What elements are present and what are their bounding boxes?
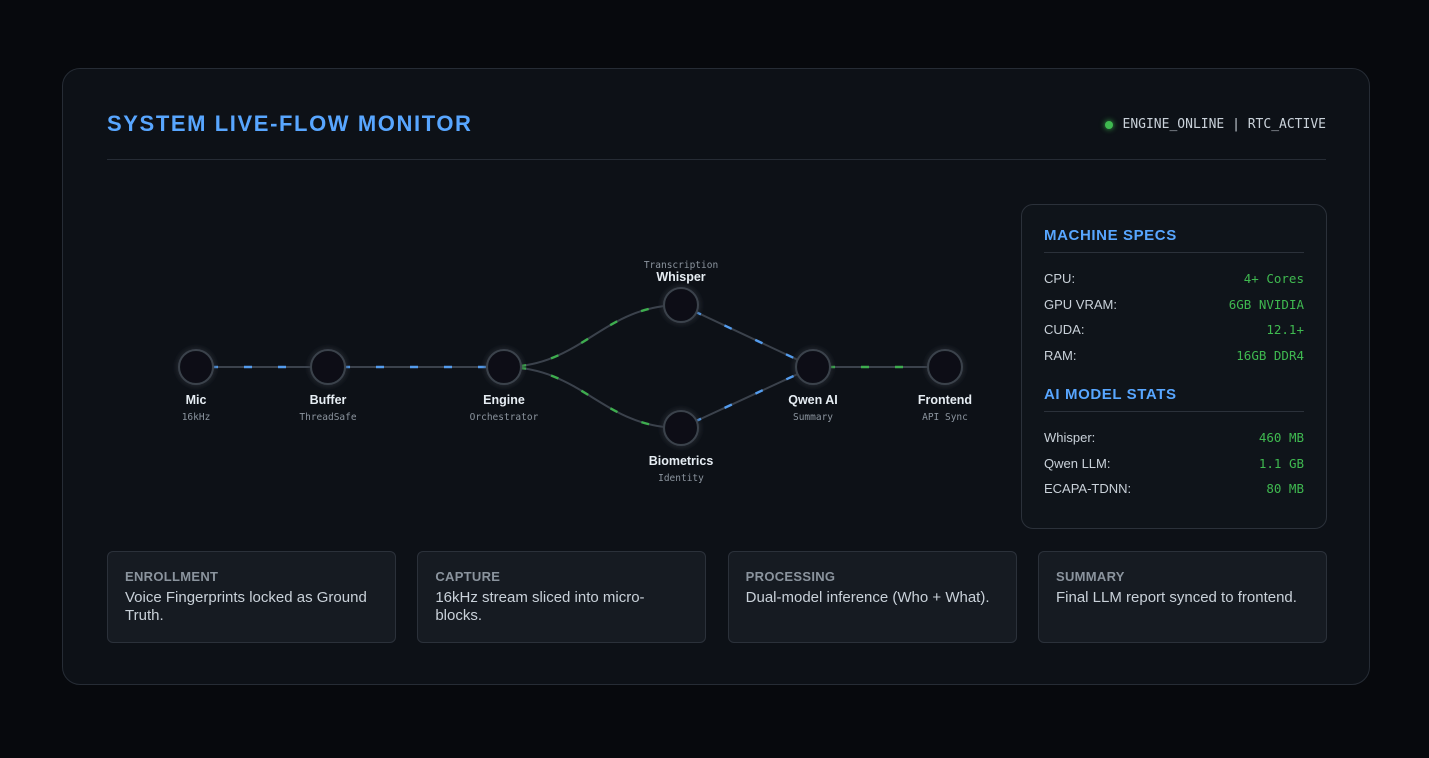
- spec-key: CUDA:: [1044, 322, 1085, 338]
- spec-value: 6GB NVIDIA: [1228, 296, 1304, 312]
- stage-card-summary: SUMMARY Final LLM report synced to front…: [1037, 551, 1327, 643]
- node-circle: [663, 287, 699, 323]
- node-circle: [310, 349, 346, 385]
- spec-row-gpu-vram: GPU VRAM: 6GB NVIDIA: [1044, 292, 1304, 318]
- stage-title: PROCESSING: [745, 569, 836, 584]
- spec-row-cpu: CPU: 4+ Cores: [1044, 266, 1304, 292]
- node-buffer: Buffer ThreadSafe: [299, 349, 357, 423]
- edge-line: [503, 304, 682, 368]
- node-label: Engine: [483, 393, 525, 407]
- stage-description: Dual-model inference (Who + What).: [745, 589, 990, 606]
- node-circle: [486, 349, 522, 385]
- stage-title: ENROLLMENT: [125, 569, 219, 584]
- model-key: Whisper:: [1044, 430, 1096, 446]
- node-sublabel: 16kHz: [182, 412, 211, 423]
- specs-card: MACHINE SPECS CPU: 4+ Cores GPU VRAM: 6G…: [1021, 204, 1327, 529]
- node-circle: [178, 349, 214, 385]
- node-engine: Engine Orchestrator: [470, 349, 539, 423]
- node-sublabel: Identity: [658, 473, 704, 484]
- status-indicator-icon: [1104, 120, 1113, 129]
- model-value: 460 MB: [1258, 430, 1304, 446]
- model-stats-title: AI MODEL STATS: [1044, 386, 1304, 412]
- flow-diagram: Mic 16kHz Buffer ThreadSafe Engine Orchestrat…: [178, 260, 972, 484]
- node-sublabel: API Sync: [922, 412, 968, 423]
- model-key: ECAPA-TDNN:: [1044, 481, 1132, 497]
- node-frontend: Frontend API Sync: [918, 349, 972, 423]
- node-sublabel: Orchestrator: [470, 412, 539, 423]
- node-biometrics: Biometrics Identity: [649, 410, 714, 484]
- model-row-whisper: Whisper: 460 MB: [1044, 425, 1304, 451]
- edge-whisper-qwen: [680, 303, 814, 369]
- flow-monitor-panel: SYSTEM LIVE-FLOW MONITOR ENGINE_ONLINE |…: [62, 68, 1370, 685]
- model-value: 1.1 GB: [1258, 455, 1304, 471]
- node-circle: [795, 349, 831, 385]
- model-row-qwen: Qwen LLM: 1.1 GB: [1044, 451, 1304, 477]
- engine-status: ENGINE_ONLINE | RTC_ACTIVE: [1104, 117, 1327, 132]
- model-value: 80 MB: [1266, 481, 1304, 497]
- node-label: Buffer: [310, 393, 347, 407]
- node-qwen: Qwen AI Summary: [788, 349, 838, 423]
- stage-title: SUMMARY: [1055, 569, 1125, 584]
- stage-description: 16kHz stream sliced into micro-blocks.: [435, 589, 645, 624]
- model-key: Qwen LLM:: [1044, 455, 1111, 471]
- node-whisper: TranscriptionWhisper: [644, 260, 718, 323]
- spec-row-cuda: CUDA: 12.1+: [1044, 317, 1304, 343]
- stage-description: Voice Fingerprints locked as Ground Trut…: [125, 589, 367, 624]
- node-label: Frontend: [918, 393, 972, 407]
- edge-engine-whisper: [503, 303, 682, 369]
- spec-value: 12.1+: [1266, 322, 1304, 338]
- node-label: Biometrics: [649, 454, 714, 468]
- stage-cards: ENROLLMENT Voice Fingerprints locked as …: [107, 551, 1327, 643]
- spec-row-ram: RAM: 16GB DDR4: [1044, 343, 1304, 369]
- stage-card-capture: CAPTURE 16kHz stream sliced into micro-b…: [417, 551, 707, 643]
- node-sublabel: ThreadSafe: [299, 412, 356, 423]
- model-row-ecapa: ECAPA-TDNN: 80 MB: [1044, 476, 1304, 502]
- node-circle: [927, 349, 963, 385]
- spec-value: 4+ Cores: [1243, 271, 1304, 287]
- stage-card-processing: PROCESSING Dual-model inference (Who + W…: [727, 551, 1017, 643]
- node-label: Whisper: [656, 270, 705, 284]
- stage-card-enrollment: ENROLLMENT Voice Fingerprints locked as …: [107, 551, 396, 643]
- spec-key: GPU VRAM:: [1044, 296, 1117, 312]
- node-mic: Mic 16kHz: [178, 349, 214, 423]
- machine-specs-title: MACHINE SPECS: [1044, 227, 1304, 253]
- node-label: Mic: [186, 393, 207, 407]
- node-circle: [663, 410, 699, 446]
- spec-key: CPU:: [1044, 271, 1076, 287]
- status-text: ENGINE_ONLINE | RTC_ACTIVE: [1122, 117, 1327, 132]
- stage-title: CAPTURE: [435, 569, 501, 584]
- node-label: Qwen AI: [788, 393, 838, 407]
- node-sublabel: Summary: [793, 412, 833, 423]
- spec-value: 16GB DDR4: [1236, 347, 1304, 363]
- spec-key: RAM:: [1044, 347, 1077, 363]
- stage-description: Final LLM report synced to frontend.: [1055, 589, 1297, 606]
